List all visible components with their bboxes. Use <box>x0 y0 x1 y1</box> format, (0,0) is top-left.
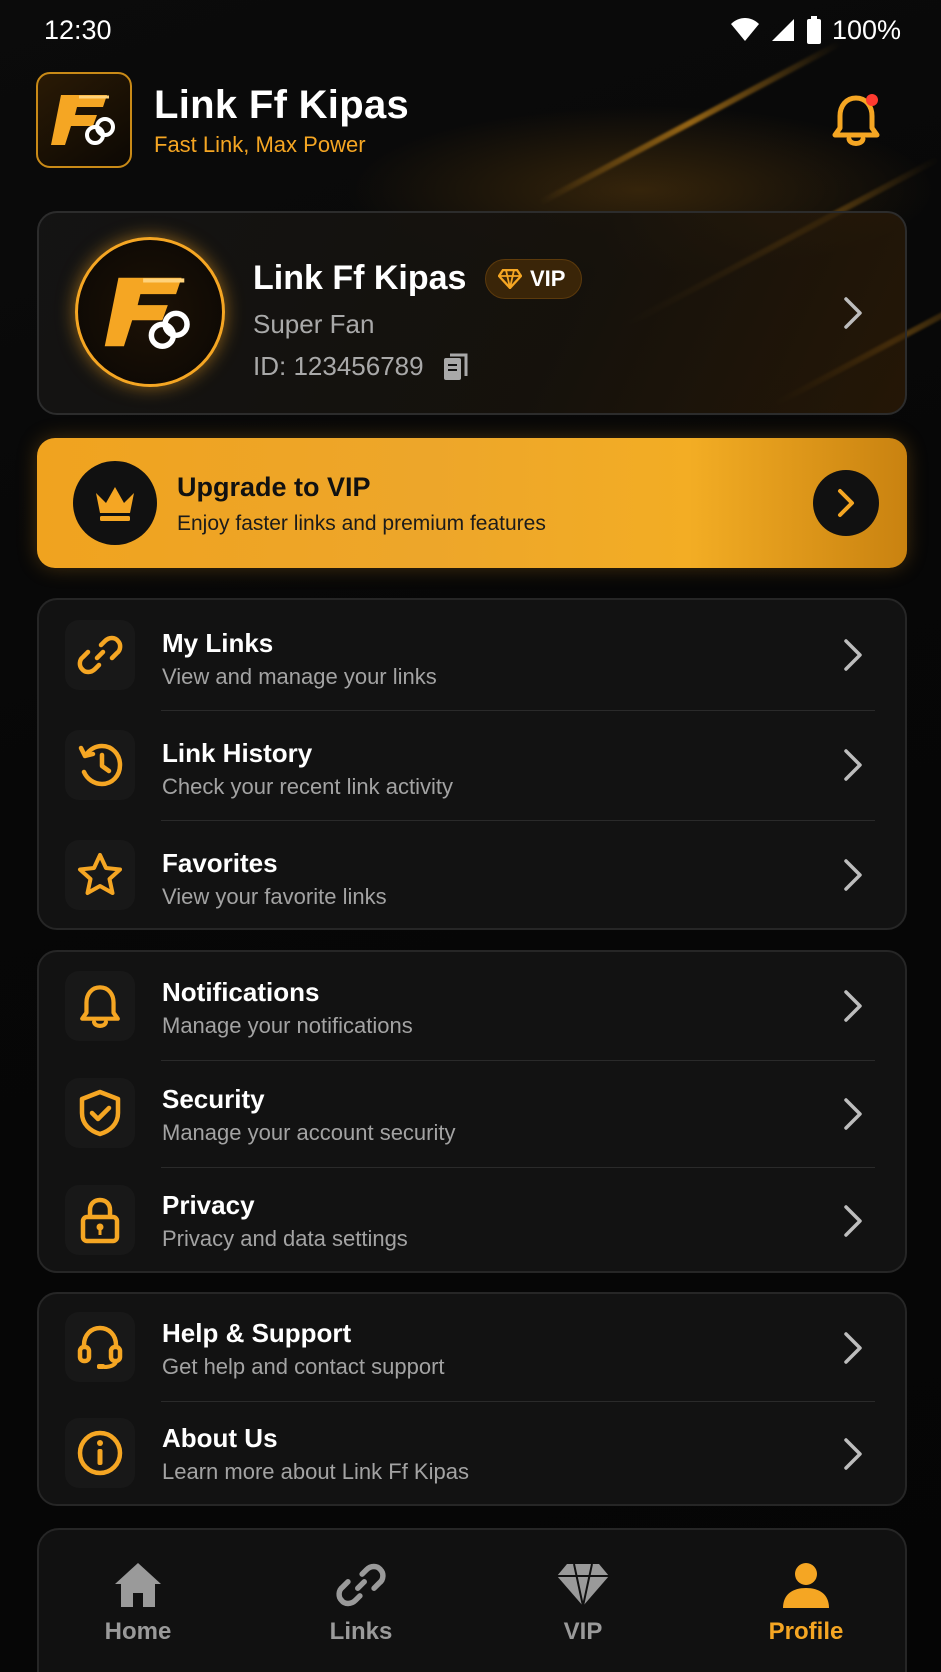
shield-icon <box>79 1089 121 1137</box>
nav-label: Links <box>329 1618 393 1645</box>
bottom-navigation: Home Links VIP Profile <box>37 1528 907 1672</box>
menu-item-privacy[interactable]: Privacy Privacy and data settings <box>39 1167 905 1271</box>
crown-icon <box>96 487 134 521</box>
link-icon-box <box>65 620 135 690</box>
app-header: Link Ff Kipas Fast Link, Max Power <box>36 72 906 168</box>
chevron-right-icon <box>841 1094 865 1134</box>
nav-label: Home <box>104 1618 172 1645</box>
bell-icon-box <box>65 971 135 1041</box>
lock-icon-box <box>65 1185 135 1255</box>
vip-badge-label: VIP <box>530 266 566 291</box>
menu-item-title: My Links <box>162 628 274 658</box>
nav-links[interactable]: Links <box>291 1560 431 1670</box>
menu-item-subtitle: Manage your account security <box>162 1120 456 1145</box>
profile-name: Link Ff Kipas <box>253 259 467 297</box>
home-icon <box>115 1563 161 1607</box>
nav-vip[interactable]: VIP <box>513 1560 653 1670</box>
ff-logo-icon <box>51 95 115 145</box>
diamond-icon <box>498 269 522 289</box>
app-title: Link Ff Kipas <box>154 82 410 127</box>
lock-icon <box>80 1197 120 1244</box>
headset-icon-box <box>65 1312 135 1382</box>
chevron-right-icon <box>841 293 865 333</box>
menu-item-link-history[interactable]: Link History Check your recent link acti… <box>39 710 905 820</box>
chevron-right-icon <box>841 855 865 895</box>
headset-icon <box>77 1325 123 1369</box>
notification-dot <box>866 94 878 106</box>
menu-item-my-links[interactable]: My Links View and manage your links <box>39 600 905 710</box>
menu-item-title: Favorites <box>162 848 278 878</box>
battery-icon <box>806 16 821 44</box>
menu-group-help: Help & Support Get help and contact supp… <box>37 1292 907 1506</box>
profile-subtitle: Super Fan <box>253 309 375 339</box>
profile-id: ID: 123456789 <box>253 351 424 381</box>
upgrade-subtitle: Enjoy faster links and premium features <box>177 512 546 535</box>
signal-icon <box>771 19 794 41</box>
menu-item-subtitle: View your favorite links <box>162 884 387 909</box>
info-icon-box <box>65 1418 135 1488</box>
profile-card[interactable]: Link Ff Kipas VIP Super Fan ID: 12345678… <box>37 211 907 415</box>
wifi-icon <box>730 18 759 41</box>
chevron-right-icon <box>841 986 865 1026</box>
menu-item-subtitle: Privacy and data settings <box>162 1226 408 1251</box>
chevron-right-icon <box>841 1434 865 1474</box>
copy-icon[interactable] <box>442 352 470 382</box>
menu-item-subtitle: Manage your notifications <box>162 1013 413 1038</box>
link-icon <box>77 635 123 675</box>
star-icon <box>78 853 122 895</box>
link-icon <box>336 1563 386 1607</box>
profile-id-row: ID: 123456789 <box>253 351 470 382</box>
menu-item-title: Security <box>162 1084 265 1114</box>
upgrade-arrow-button[interactable] <box>813 470 879 536</box>
menu-item-security[interactable]: Security Manage your account security <box>39 1060 905 1167</box>
chevron-right-icon <box>841 1201 865 1241</box>
crown-icon-circle <box>73 461 157 545</box>
app-logo <box>36 72 132 168</box>
diamond-icon <box>557 1563 609 1607</box>
status-bar: 12:30 100% <box>0 0 941 60</box>
notifications-button[interactable] <box>826 90 886 150</box>
menu-item-title: Notifications <box>162 977 320 1007</box>
menu-item-title: Link History <box>162 738 313 768</box>
ff-logo-icon <box>104 277 190 350</box>
profile-screen: 12:30 100% Link Ff Kipas Fast Link, Max … <box>0 0 941 1672</box>
shield-icon-box <box>65 1078 135 1148</box>
chevron-right-icon <box>841 745 865 785</box>
avatar <box>75 237 225 387</box>
nav-home[interactable]: Home <box>68 1560 208 1670</box>
star-icon-box <box>65 840 135 910</box>
status-time: 12:30 <box>44 14 112 45</box>
menu-item-subtitle: Learn more about Link Ff Kipas <box>162 1459 469 1484</box>
menu-item-subtitle: Check your recent link activity <box>162 774 453 799</box>
chevron-right-icon <box>838 489 854 517</box>
menu-item-about-us[interactable]: About Us Learn more about Link Ff Kipas <box>39 1401 905 1504</box>
chevron-right-icon <box>841 635 865 675</box>
status-icons: 100% <box>730 15 901 46</box>
menu-group-settings: Notifications Manage your notifications … <box>37 950 907 1273</box>
nav-profile[interactable]: Profile <box>736 1560 876 1670</box>
upgrade-title: Upgrade to VIP <box>177 472 371 502</box>
nav-label: VIP <box>563 1618 603 1645</box>
nav-label: Profile <box>768 1618 844 1645</box>
menu-item-title: Help & Support <box>162 1318 352 1348</box>
battery-percent: 100% <box>831 14 901 45</box>
menu-item-help-support[interactable]: Help & Support Get help and contact supp… <box>39 1294 905 1401</box>
menu-item-notifications[interactable]: Notifications Manage your notifications <box>39 952 905 1060</box>
menu-item-favorites[interactable]: Favorites View your favorite links <box>39 820 905 928</box>
menu-item-title: About Us <box>162 1423 278 1453</box>
chevron-right-icon <box>841 1328 865 1368</box>
person-icon <box>783 1563 829 1608</box>
history-icon-box <box>65 730 135 800</box>
menu-item-title: Privacy <box>162 1190 255 1220</box>
vip-badge: VIP <box>485 259 583 299</box>
history-icon <box>78 743 123 787</box>
bell-icon <box>80 985 120 1028</box>
upgrade-vip-banner[interactable]: Upgrade to VIP Enjoy faster links and pr… <box>37 438 907 568</box>
menu-item-subtitle: View and manage your links <box>162 664 437 689</box>
menu-item-subtitle: Get help and contact support <box>162 1354 445 1379</box>
app-tagline: Fast Link, Max Power <box>154 131 366 157</box>
menu-group-links: My Links View and manage your links Link… <box>37 598 907 930</box>
info-icon <box>77 1430 123 1476</box>
